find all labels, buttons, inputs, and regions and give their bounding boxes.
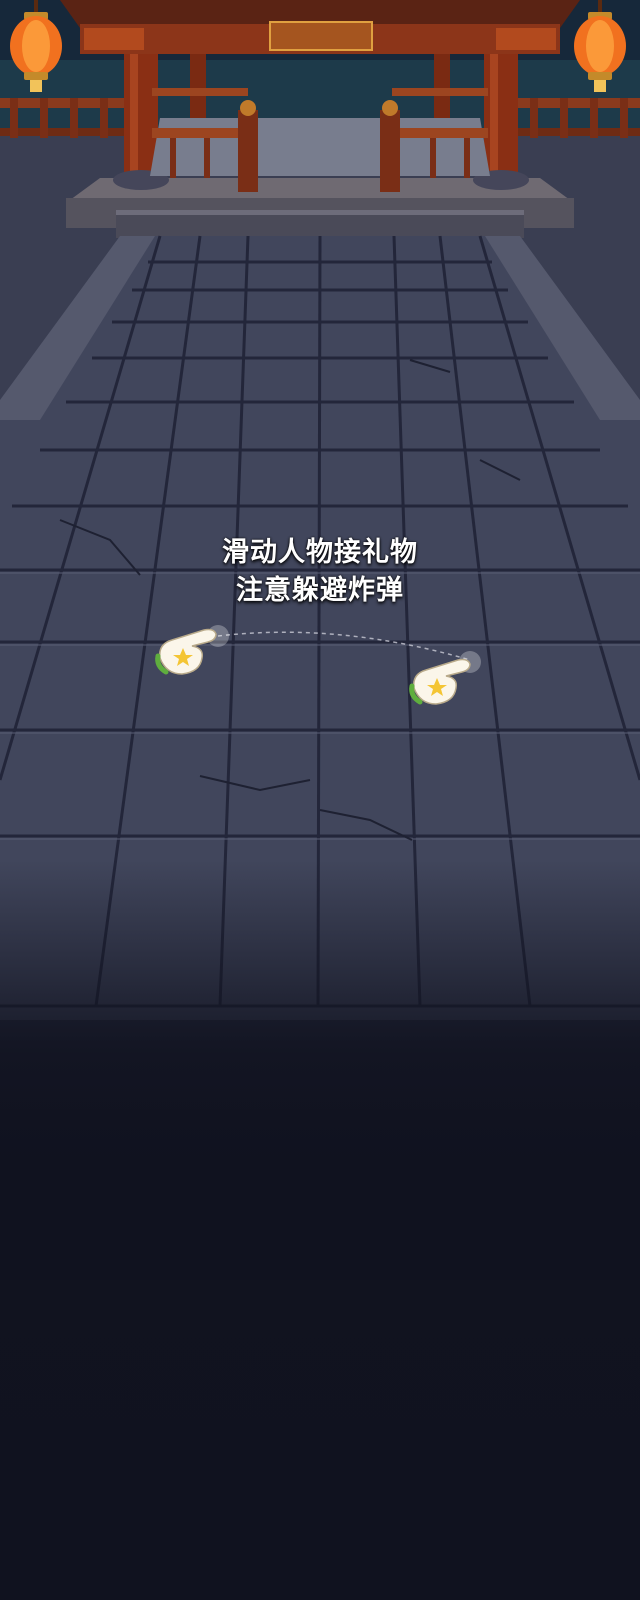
pointing-hand-icon bbox=[155, 628, 217, 675]
swipe-trail bbox=[207, 625, 481, 673]
pointing-hand-icon bbox=[409, 658, 471, 705]
bottom-fade bbox=[0, 860, 640, 1280]
game-scene[interactable]: 滑动人物接礼物 注意躲避炸弹 bbox=[0, 0, 640, 1600]
